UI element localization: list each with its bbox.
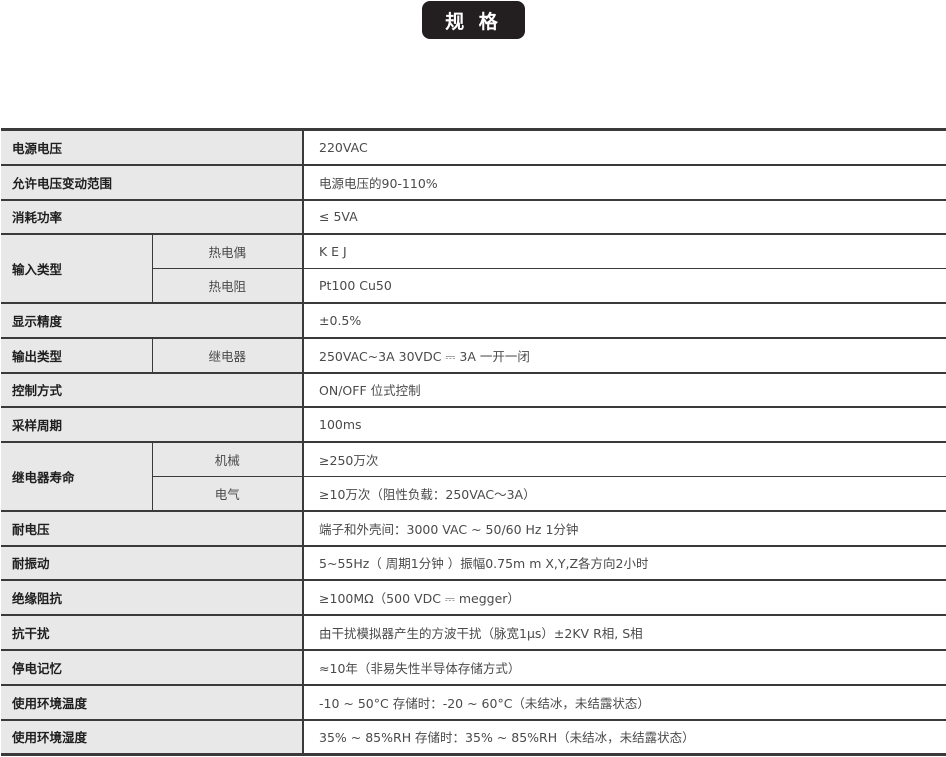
- spec-label: 消耗功率: [1, 199, 304, 236]
- table-row: 使用环境温度 -10 ~ 50°C 存储时：-20 ~ 60°C（未结冰，未结露…: [1, 684, 946, 721]
- spec-label: 使用环境温度: [1, 684, 304, 721]
- spec-label: 抗干扰: [1, 615, 304, 651]
- spec-label: 采样周期: [1, 407, 304, 444]
- table-row: 绝缘阻抗 ≥100MΩ（500 VDC ⎓ megger）: [1, 580, 946, 617]
- spec-label: 控制方式: [1, 372, 304, 409]
- table-row: 控制方式 ON/OFF 位式控制: [1, 372, 946, 409]
- spec-label: 输出类型: [1, 337, 152, 374]
- spec-value: 端子和外壳间：3000 VAC ~ 50/60 Hz 1分钟: [302, 510, 946, 547]
- spec-label: 使用环境湿度: [1, 719, 304, 755]
- spec-value: 250VAC~3A 30VDC ⎓ 3A 一开一闭: [302, 337, 946, 374]
- spec-value: ≥100MΩ（500 VDC ⎓ megger）: [302, 580, 946, 617]
- spec-value: 35% ~ 85%RH 存储时：35% ~ 85%RH（未结冰，未结露状态）: [302, 719, 946, 755]
- spec-value: 5~55Hz（ 周期1分钟 ）振幅0.75m m X,Y,Z各方向2小时: [302, 545, 946, 582]
- spec-value: 由干扰模拟器产生的方波干扰（脉宽1μs）±2KV R相, S相: [302, 615, 946, 651]
- page-title: 规 格: [422, 1, 525, 39]
- table-row: 输出类型 继电器 250VAC~3A 30VDC ⎓ 3A 一开一闭: [1, 337, 946, 374]
- spec-table: 电源电压 220VAC 允许电压变动范围 电源电压的90-110% 消耗功率 ≤…: [1, 128, 946, 757]
- spec-value: 电源电压的90-110%: [302, 164, 946, 201]
- spec-sublabel: 电气: [151, 476, 304, 512]
- spec-value: ≥250万次: [302, 442, 946, 477]
- spec-sublabel: 热电偶: [151, 234, 304, 270]
- spec-value: 220VAC: [302, 129, 946, 166]
- spec-label: 允许电压变动范围: [1, 164, 304, 201]
- spec-value: K E J: [302, 234, 946, 270]
- spec-value: ≤ 5VA: [302, 199, 946, 236]
- table-row: 耐振动 5~55Hz（ 周期1分钟 ）振幅0.75m m X,Y,Z各方向2小时: [1, 545, 946, 582]
- spec-value: -10 ~ 50°C 存储时：-20 ~ 60°C（未结冰，未结露状态）: [302, 684, 946, 721]
- spec-value: ≈10年（非易失性半导体存储方式）: [302, 649, 946, 686]
- table-row: 允许电压变动范围 电源电压的90-110%: [1, 164, 946, 201]
- table-row: 电源电压 220VAC: [1, 129, 946, 166]
- spec-value: ≥10万次（阻性负载：250VAC～3A）: [302, 476, 946, 512]
- spec-label: 绝缘阻抗: [1, 580, 304, 617]
- spec-sublabel: 继电器: [151, 337, 304, 374]
- spec-value: Pt100 Cu50: [302, 268, 946, 304]
- table-row: 停电记忆 ≈10年（非易失性半导体存储方式）: [1, 649, 946, 686]
- table-row: 输入类型 热电偶 K E J: [1, 234, 946, 304]
- spec-sublabel: 热电阻: [151, 268, 304, 304]
- spec-label: 耐电压: [1, 510, 304, 547]
- spec-label: 停电记忆: [1, 649, 304, 686]
- spec-label: 输入类型: [1, 234, 152, 304]
- spec-label: 显示精度: [1, 302, 304, 339]
- table-row: 继电器寿命 机械 ≥250万次: [1, 442, 946, 512]
- table-row: 消耗功率 ≤ 5VA: [1, 199, 946, 236]
- table-row: 使用环境湿度 35% ~ 85%RH 存储时：35% ~ 85%RH（未结冰，未…: [1, 719, 946, 755]
- spec-label: 耐振动: [1, 545, 304, 582]
- spec-value: ±0.5%: [302, 302, 946, 339]
- spec-label: 电源电压: [1, 129, 304, 166]
- table-row: 耐电压 端子和外壳间：3000 VAC ~ 50/60 Hz 1分钟: [1, 510, 946, 547]
- table-row: 显示精度 ±0.5%: [1, 302, 946, 339]
- table-row: 采样周期 100ms: [1, 407, 946, 444]
- spec-value: ON/OFF 位式控制: [302, 372, 946, 409]
- table-row: 抗干扰 由干扰模拟器产生的方波干扰（脉宽1μs）±2KV R相, S相: [1, 615, 946, 651]
- spec-label: 继电器寿命: [1, 442, 152, 512]
- spec-value: 100ms: [302, 407, 946, 444]
- spec-sublabel: 机械: [151, 442, 304, 477]
